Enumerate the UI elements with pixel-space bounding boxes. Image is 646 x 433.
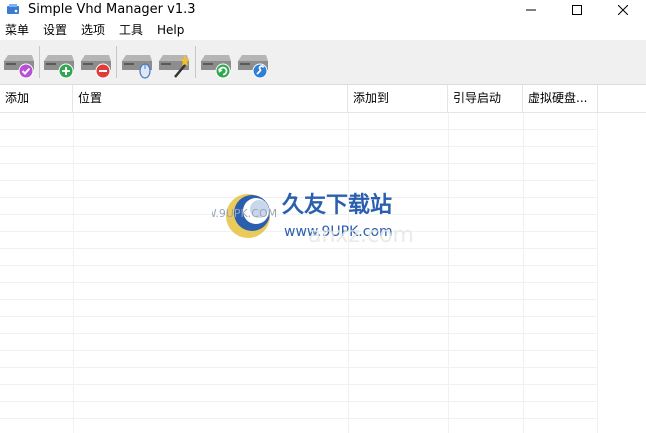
toolbar [0, 40, 646, 85]
column-header-vhd[interactable]: 虚拟硬盘... [523, 85, 598, 112]
menu-item-help[interactable]: Help [157, 22, 184, 38]
disk-wrench-icon [238, 55, 268, 79]
menu-item-options[interactable]: 选项 [81, 22, 105, 38]
grid-column-line [73, 113, 74, 433]
table-header: 添加 位置 添加到 引导启动 虚拟硬盘... [0, 85, 646, 113]
grid-column-line [348, 113, 349, 433]
maximize-button[interactable] [554, 0, 600, 20]
menu-item-settings[interactable]: 设置 [43, 22, 67, 38]
grid-row-line [0, 418, 598, 419]
watermark: WWW.9UPK.COM 久友下载站 www.9UPK.com anxz.com [212, 192, 414, 248]
grid-row-line [0, 282, 598, 283]
grid-row-line [0, 299, 598, 300]
grid-row-line [0, 350, 598, 351]
grid-row-line [0, 146, 598, 147]
maximize-icon [572, 5, 582, 15]
close-icon [618, 5, 628, 15]
disk-check-icon [4, 55, 34, 79]
column-header-added-to[interactable]: 添加到 [348, 85, 448, 112]
app-icon [7, 4, 19, 14]
disk-mouse-icon [122, 55, 152, 79]
disk-refresh-icon [201, 55, 231, 79]
grid-row-line [0, 265, 598, 266]
column-header-add[interactable]: 添加 [0, 85, 73, 112]
vhd-table: 添加 位置 添加到 引导启动 虚拟硬盘... WWW.9UPK.COM 久友下载… [0, 85, 646, 433]
grid-row-line [0, 316, 598, 317]
vhd-refresh-button[interactable] [199, 47, 233, 81]
watermark-url: WWW.9UPK.COM [212, 207, 277, 220]
title-bar: Simple Vhd Manager v1.3 [0, 0, 646, 20]
grid-row-line [0, 163, 598, 164]
close-button[interactable] [600, 0, 646, 20]
disk-add-icon [44, 55, 74, 79]
grid-row-line [0, 129, 598, 130]
watermark-title: 久友下载站 [282, 192, 392, 218]
disk-wizard-icon [159, 55, 190, 78]
vhd-settings-button[interactable] [236, 47, 270, 81]
vhd-remove-button[interactable] [79, 47, 113, 81]
minimize-icon [526, 9, 536, 11]
menu-item-tools[interactable]: 工具 [119, 22, 143, 38]
watermark-background-text: anxz.com [308, 223, 414, 248]
vhd-check-button[interactable] [2, 47, 36, 81]
grid-row-line [0, 384, 598, 385]
table-body[interactable] [0, 113, 598, 433]
minimize-button[interactable] [508, 0, 554, 20]
grid-row-line [0, 333, 598, 334]
grid-row-line [0, 367, 598, 368]
grid-column-line [597, 113, 598, 433]
vhd-mouse-button[interactable] [120, 47, 154, 81]
column-header-boot[interactable]: 引导启动 [448, 85, 523, 112]
disk-remove-icon [81, 55, 111, 79]
window-title: Simple Vhd Manager v1.3 [28, 2, 196, 17]
menu-item-main[interactable]: 菜单 [5, 22, 29, 38]
column-header-location[interactable]: 位置 [73, 85, 348, 112]
menu-bar: 菜单 设置 选项 工具 Help [0, 20, 646, 40]
vhd-wizard-button[interactable] [157, 47, 191, 81]
grid-column-line [448, 113, 449, 433]
vhd-add-button[interactable] [42, 47, 76, 81]
grid-row-line [0, 401, 598, 402]
toolbar-separator [39, 46, 40, 78]
toolbar-separator [195, 46, 196, 78]
grid-column-line [523, 113, 524, 433]
toolbar-separator [116, 46, 117, 78]
